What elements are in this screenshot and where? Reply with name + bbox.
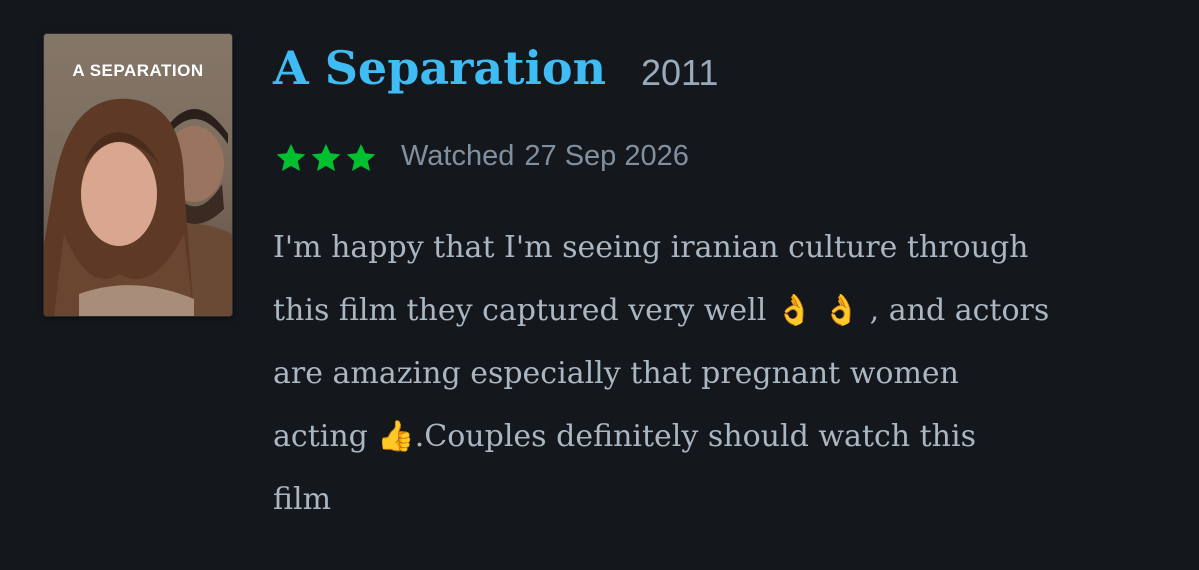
review-body: I'm happy that I'm seeing iranian cultur… (273, 216, 1173, 531)
review-line: this film they captured very well 👌 👌 , … (273, 293, 1050, 328)
review-line: are amazing especially that pregnant wom… (273, 356, 960, 391)
star-icon (345, 143, 377, 173)
watched-label: Watched (401, 140, 515, 172)
film-title[interactable]: A Separation (273, 34, 606, 102)
star-icon (275, 143, 307, 173)
star-rating (275, 140, 377, 176)
review-line: film (273, 482, 332, 517)
review-line: acting 👍.Couples definitely should watch… (273, 419, 976, 454)
watched-date[interactable]: 27 Sep 2026 (524, 140, 688, 172)
star-icon (310, 143, 342, 173)
film-poster[interactable]: A SEPARATION (44, 34, 232, 316)
film-year[interactable]: 2011 (641, 49, 718, 97)
review-line: I'm happy that I'm seeing iranian cultur… (273, 230, 1029, 265)
watched-info: Watched 27 Sep 2026 (401, 136, 689, 176)
poster-title: A SEPARATION (72, 61, 204, 80)
